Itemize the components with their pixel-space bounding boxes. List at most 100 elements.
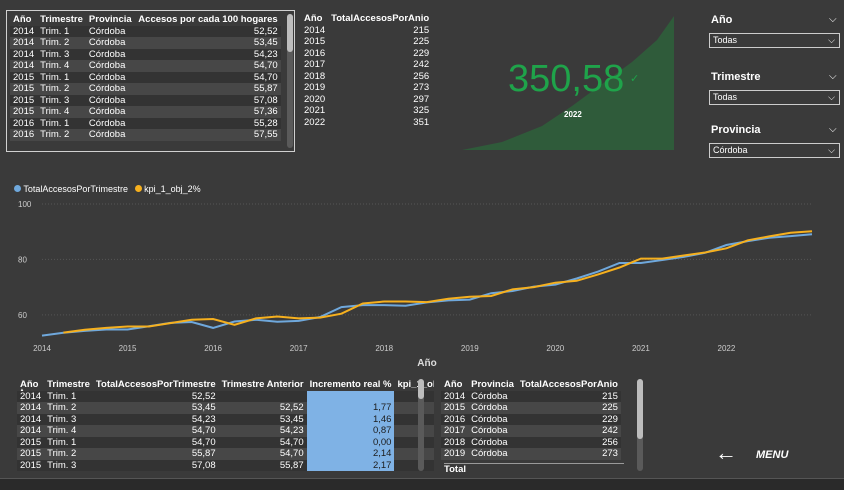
table-row[interactable]: 2014 Córdoba 215 <box>441 390 621 402</box>
column-header[interactable]: Año <box>17 379 44 391</box>
table-cell: 2017 <box>444 425 466 436</box>
table-total-label: Total <box>444 463 624 475</box>
table-cell: 2014 <box>13 60 35 71</box>
table-row[interactable]: 2015 Trim. 2 55,87 54,702,1455,79 <box>17 448 434 460</box>
table-row[interactable]: 2014 Trim. 3 54,23 53,451,4654,52 <box>17 413 434 425</box>
scrollbar[interactable] <box>287 14 293 148</box>
table-row[interactable]: 2022 351 <box>301 117 432 129</box>
table-row[interactable]: 2014 Trim. 4 54,70 54,230,8755,31 <box>17 425 434 437</box>
line-chart: 60 80 100 2014 2015 2016 2017 2018 2019 2020 2021 2… <box>18 200 813 369</box>
table-row[interactable]: 2015 Trim. 3 57,08 55,872,1756,99 <box>17 459 434 471</box>
scrollbar-thumb[interactable] <box>418 379 424 399</box>
table-cell: 2015 <box>13 94 35 106</box>
table-cell: Trim. 1 <box>40 25 70 37</box>
table-cell: 2,17 <box>306 459 395 471</box>
chevron-down-icon: ⌵ <box>828 145 835 155</box>
table-cell: 54,70 <box>279 448 304 459</box>
table-cell: 0,00 <box>306 436 395 448</box>
scrollbar[interactable] <box>418 379 424 471</box>
table-row[interactable]: 2019 Córdoba 273 <box>441 448 621 460</box>
table-cell: Trim. 1 <box>40 117 70 129</box>
table-cell: 1,77 <box>306 402 395 414</box>
table-row[interactable]: 2017 242 <box>301 59 432 71</box>
table-row[interactable]: 2014 Trim. 1 52,52 <box>17 390 434 403</box>
table-cell: 57,08 <box>253 94 278 106</box>
table-cell: 53,45 <box>279 413 304 425</box>
table-row[interactable]: 2016 229 <box>301 48 432 60</box>
chevron-down-icon[interactable]: ⌵ <box>829 14 837 25</box>
series-line-kpi[interactable] <box>63 230 813 334</box>
column-header[interactable]: kpi_1_obj_2% <box>394 379 434 391</box>
table-row[interactable]: 2015 Trim. 4 Córdoba 57,36 <box>10 106 281 118</box>
table-cell: 57,08 <box>191 459 216 471</box>
back-arrow-icon[interactable]: ← <box>715 442 737 464</box>
table-cell: Trim. 2 <box>47 448 77 459</box>
slicer-anio-dropdown[interactable]: Todas ⌵ <box>709 33 840 48</box>
column-header[interactable]: TotalAccesosPorAnio <box>328 13 432 25</box>
column-header[interactable]: Accesos por cada 100 hogares <box>135 14 281 26</box>
table-row[interactable]: 2015 225 <box>301 36 432 48</box>
slicer-provincia-dropdown[interactable]: Córdoba ⌵ <box>709 143 840 158</box>
table-row[interactable]: 2015Trim. 154,7054,700,0055,79 <box>17 436 434 449</box>
column-header[interactable]: Trimestre Anterior <box>219 379 307 391</box>
column-header[interactable]: Año <box>301 13 328 25</box>
table-cell: 53,45 <box>253 37 278 48</box>
table-row[interactable]: 2016 Trim. 2 Córdoba 57,55 <box>10 129 281 141</box>
scrollbar[interactable] <box>637 379 643 471</box>
table-cell: 53,57 <box>394 402 434 414</box>
table-cell <box>394 391 434 403</box>
table-row[interactable]: 2014 Trim. 4 Córdoba 54,70 <box>10 60 281 72</box>
column-header[interactable]: Provincia <box>86 14 135 26</box>
table-cell: Trim. 1 <box>47 390 77 402</box>
table-row[interactable]: 2019 273 <box>301 82 432 94</box>
chevron-down-icon[interactable]: ⌵ <box>829 71 837 82</box>
table-row[interactable]: 2014 Trim. 2 Córdoba 53,45 <box>10 37 281 49</box>
table-row[interactable]: 2014 Trim. 2 53,45 52,521,7753,57 <box>17 402 434 414</box>
series-line-total-accesos[interactable] <box>41 233 813 337</box>
chart-legend: TotalAccesosPorTrimestre kpi_1_obj_2% <box>14 184 201 194</box>
table-cell: 242 <box>413 59 430 70</box>
table-cell: Trim. 3 <box>47 413 77 425</box>
table-row[interactable]: 2015 Trim. 3 Córdoba 57,08 <box>10 94 281 106</box>
column-header[interactable]: TotalAccesosPorAnio <box>517 379 621 391</box>
table-cell: Córdoba <box>88 48 126 60</box>
table-row[interactable]: 2020 297 <box>301 94 432 106</box>
table-cell: 229 <box>602 413 618 425</box>
table-cell: 55,79 <box>394 437 434 449</box>
chevron-down-icon: ⌵ <box>828 35 835 45</box>
x-tick-label: 2017 <box>290 344 308 353</box>
menu-button[interactable]: MENU <box>756 449 788 461</box>
table-cell: 2021 <box>304 105 326 116</box>
table-row[interactable]: 2014 Trim. 3 Córdoba 54,23 <box>10 48 281 60</box>
column-header[interactable]: Trimestre <box>37 14 86 26</box>
table-row[interactable]: 2018 Córdoba 256 <box>441 436 621 448</box>
table-cell: Córdoba <box>471 425 508 436</box>
table-row[interactable]: 2014 215 <box>301 25 432 37</box>
column-header[interactable]: Incremento real % <box>307 379 395 391</box>
kpi-check-icon: ✓ <box>630 73 640 85</box>
table-row[interactable]: 2015 Trim. 1 Córdoba 54,70 <box>10 71 281 83</box>
table-row[interactable]: 2018 256 <box>301 71 432 83</box>
scrollbar-thumb[interactable] <box>287 14 293 52</box>
column-header[interactable]: Año <box>441 379 468 391</box>
table-row[interactable]: 2014 Trim. 1 Córdoba 52,52 <box>10 25 281 37</box>
table-cell: Córdoba <box>471 402 508 413</box>
column-header[interactable]: Provincia <box>468 379 517 391</box>
column-header[interactable]: Trimestre <box>44 379 93 391</box>
column-header[interactable]: Año <box>10 14 37 26</box>
table-row[interactable]: 2016 Córdoba 229 <box>441 413 621 425</box>
table-cell: 2014 <box>13 25 35 37</box>
chevron-down-icon[interactable]: ⌵ <box>829 124 837 135</box>
table-row[interactable]: 2015 Trim. 2 Córdoba 55,87 <box>10 83 281 95</box>
table-row[interactable]: 2016 Trim. 1 Córdoba 55,28 <box>10 117 281 129</box>
table-row[interactable]: 2015 Córdoba 225 <box>441 402 621 414</box>
column-header[interactable]: TotalAccesosPorTrimestre <box>93 379 219 391</box>
x-tick-label: 2021 <box>632 344 650 353</box>
slicer-trimestre-dropdown[interactable]: Todas ⌵ <box>709 90 840 105</box>
table-cell: Córdoba <box>471 413 508 425</box>
table-row[interactable]: 2017 Córdoba 242 <box>441 425 621 437</box>
table-cell: 2015 <box>13 83 35 94</box>
scrollbar-thumb[interactable] <box>637 379 643 439</box>
table-row[interactable]: 2021 325 <box>301 105 432 117</box>
x-tick-label: 2022 <box>718 344 736 353</box>
